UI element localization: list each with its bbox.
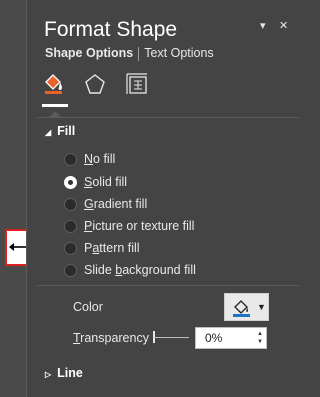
fill-option-pattern-fill[interactable]: Pattern fill bbox=[64, 240, 140, 256]
fill-option-solid-fill[interactable]: Solid fill bbox=[64, 174, 127, 190]
pane-options-dropdown-button[interactable]: ▾ bbox=[260, 19, 266, 32]
section-divider bbox=[37, 117, 299, 118]
collapsed-triangle-icon: ▷ bbox=[45, 370, 52, 379]
access-key: b bbox=[115, 263, 123, 277]
fill-option-slide-background-fill[interactable]: Slide background fill bbox=[64, 262, 196, 278]
color-label: Color bbox=[73, 300, 103, 314]
tab-text-options[interactable]: Text Options bbox=[144, 46, 213, 60]
radio-button[interactable] bbox=[64, 175, 77, 189]
transparency-value: 0% bbox=[205, 331, 223, 345]
fill-section-header[interactable]: ◢ Fill bbox=[45, 124, 75, 138]
expanded-triangle-icon: ◢ bbox=[45, 128, 52, 137]
line-section-header[interactable]: ▷ Line bbox=[45, 366, 83, 380]
option-label: Solid fill bbox=[84, 175, 128, 189]
option-label: Pattern fill bbox=[84, 241, 140, 255]
effects-pentagon-icon[interactable] bbox=[84, 73, 106, 95]
fill-section-title: Fill bbox=[57, 124, 76, 138]
tab-shape-options[interactable]: Shape Options bbox=[45, 46, 133, 60]
format-shape-pane: Format Shape ▾ ✕ Shape Options Text Optio… bbox=[26, 0, 303, 397]
fill-color-dropdown-button[interactable]: ▼ bbox=[224, 293, 269, 321]
tab-divider bbox=[138, 46, 140, 61]
radio-button[interactable] bbox=[64, 241, 77, 255]
radio-button[interactable] bbox=[64, 263, 77, 277]
option-label: Slide background fill bbox=[84, 263, 196, 277]
fill-option-no-fill[interactable]: No fill bbox=[64, 151, 115, 167]
window-left-edge bbox=[0, 0, 26, 397]
spin-down-icon[interactable]: ▼ bbox=[257, 338, 263, 346]
options-tabs: Shape Options Text Options bbox=[45, 46, 214, 61]
access-key: S bbox=[84, 175, 93, 189]
transparency-label: Transparency bbox=[73, 331, 149, 345]
spinner-arrows[interactable]: ▲ ▼ bbox=[257, 330, 263, 346]
option-label: No fill bbox=[84, 152, 116, 166]
option-label: Picture or texture fill bbox=[84, 219, 195, 233]
paint-bucket-icon bbox=[233, 300, 250, 317]
radio-button[interactable] bbox=[64, 197, 77, 211]
chevron-down-icon: ▼ bbox=[257, 302, 266, 312]
access-key: G bbox=[84, 197, 94, 211]
size-properties-icon[interactable] bbox=[125, 72, 149, 96]
transparency-slider-track[interactable] bbox=[154, 337, 189, 338]
fill-and-line-icon[interactable] bbox=[41, 72, 65, 96]
access-key: N bbox=[84, 152, 94, 166]
transparency-spinner[interactable]: 0% ▲ ▼ bbox=[195, 327, 267, 349]
access-key: P bbox=[84, 219, 93, 233]
option-label: Gradient fill bbox=[84, 197, 148, 211]
line-section-title: Line bbox=[57, 366, 83, 380]
radio-button[interactable] bbox=[64, 152, 77, 166]
fill-option-gradient-fill[interactable]: Gradient fill bbox=[64, 196, 147, 212]
active-category-indicator bbox=[42, 104, 68, 107]
section-divider bbox=[37, 285, 299, 286]
radio-button[interactable] bbox=[64, 219, 77, 233]
fill-option-picture-texture-fill[interactable]: Picture or texture fill bbox=[64, 218, 194, 234]
spin-up-icon[interactable]: ▲ bbox=[257, 330, 263, 338]
access-key: a bbox=[92, 241, 100, 255]
pane-title: Format Shape bbox=[44, 18, 178, 41]
close-icon[interactable]: ✕ bbox=[279, 19, 288, 32]
